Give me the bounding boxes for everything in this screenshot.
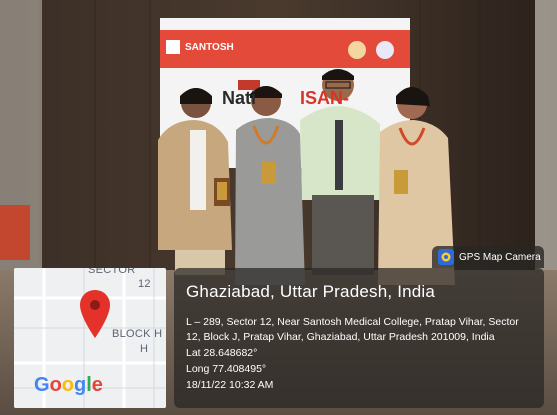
location-title: Ghaziabad, Uttar Pradesh, India: [186, 282, 436, 301]
address-text: L – 289, Sector 12, Near Santosh Medical…: [186, 316, 519, 343]
gps-info-panel: Ghaziabad, Uttar Pradesh, India L – 289,…: [174, 268, 544, 408]
gps-map-camera-badge: GPS Map Camera: [432, 246, 544, 268]
latitude-text: Lat 28.648682°: [186, 347, 258, 359]
banner-headline-part1: Nati: [222, 88, 257, 108]
banner-headline-part2: ISAN-: [300, 88, 349, 108]
map-label-block-h: H: [140, 343, 149, 355]
map-label-sector: SECTOR: [88, 268, 136, 276]
camera-app-icon: [438, 249, 454, 265]
map-label-block: BLOCK H: [112, 328, 163, 340]
map-label-sector-number: 12: [138, 278, 151, 290]
banner-logo-text: SANTOSH: [185, 42, 234, 53]
location-pin-icon: [80, 290, 110, 338]
datetime-text: 18/11/22 10:32 AM: [186, 379, 274, 391]
google-logo: Google: [34, 374, 103, 396]
location-map-thumbnail: SECTOR 12 BLOCK H H Google: [14, 268, 166, 408]
red-chair: [0, 205, 30, 260]
longitude-text: Long 77.408495°: [186, 363, 267, 375]
gps-app-name: GPS Map Camera: [459, 251, 541, 263]
